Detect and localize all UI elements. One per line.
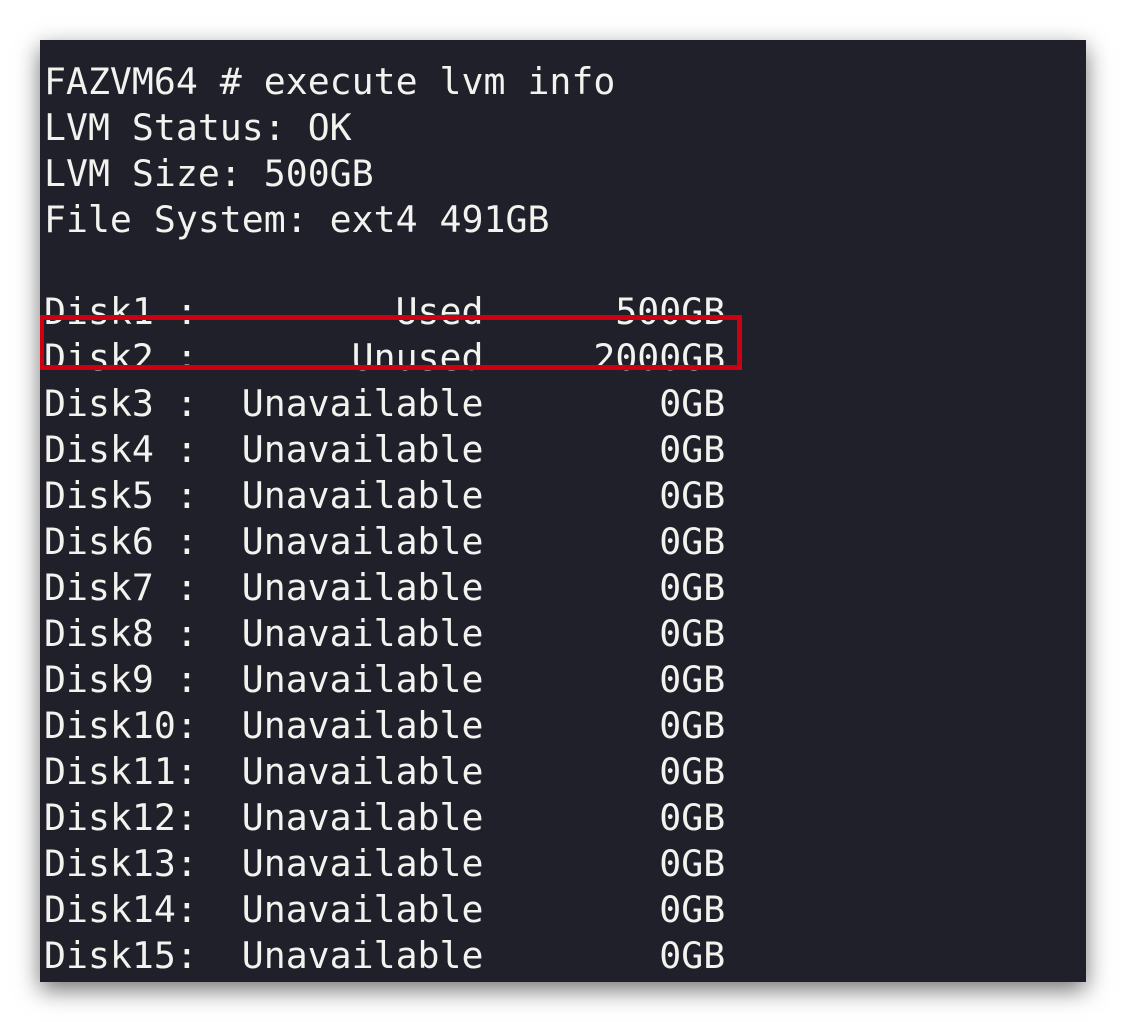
disk-row: Disk4 : Unavailable 0GB: [44, 427, 1086, 473]
disk-name: Disk10:: [44, 704, 198, 747]
output-line: LVM Status: OK: [44, 106, 352, 149]
disk-name: Disk6 :: [44, 520, 198, 563]
disk-status: Unavailable: [241, 704, 484, 747]
disk-row: Disk10: Unavailable 0GB: [44, 703, 1086, 749]
disk-status: Unavailable: [241, 566, 484, 609]
disk-row: Disk3 : Unavailable 0GB: [44, 381, 1086, 427]
disk-status: Unavailable: [241, 934, 484, 977]
disk-status: Unavailable: [241, 382, 484, 425]
disk-name: Disk12:: [44, 796, 198, 839]
disk-name: Disk14:: [44, 888, 198, 931]
disk-row: Disk12: Unavailable 0GB: [44, 795, 1086, 841]
disk-size: 0GB: [659, 842, 726, 885]
disk-status: Unavailable: [241, 750, 484, 793]
disk-size: 0GB: [659, 474, 726, 517]
disk-row: Disk13: Unavailable 0GB: [44, 841, 1086, 887]
disk-name: Disk13:: [44, 842, 198, 885]
output-line: LVM Size: 500GB: [44, 152, 374, 195]
disk-row: Disk15: Unavailable 0GB: [44, 933, 1086, 979]
disk-row: Disk14: Unavailable 0GB: [44, 887, 1086, 933]
disk-size: 0GB: [659, 888, 726, 931]
disk-size: 0GB: [659, 382, 726, 425]
disk-status: Unavailable: [241, 842, 484, 885]
disk-size: 0GB: [659, 934, 726, 977]
output-line: File System: ext4 491GB: [44, 198, 550, 241]
disk-row: Disk11: Unavailable 0GB: [44, 749, 1086, 795]
disk-status: Unavailable: [241, 658, 484, 701]
disk-size: 0GB: [659, 428, 726, 471]
disk-name: Disk9 :: [44, 658, 198, 701]
disk-name: Disk11:: [44, 750, 198, 793]
disk-row: Disk9 : Unavailable 0GB: [44, 657, 1086, 703]
disk-size: 0GB: [659, 704, 726, 747]
disk-status: Unavailable: [241, 612, 484, 655]
disk-status: Unavailable: [241, 520, 484, 563]
disk-name: Disk8 :: [44, 612, 198, 655]
disk-size: 0GB: [659, 612, 726, 655]
disk-size: 0GB: [659, 750, 726, 793]
disk-name: Disk3 :: [44, 382, 198, 425]
highlight-box-disk2: [40, 315, 742, 370]
disk-size: 0GB: [659, 566, 726, 609]
disk-name: Disk5 :: [44, 474, 198, 517]
disk-row: Disk5 : Unavailable 0GB: [44, 473, 1086, 519]
disk-size: 0GB: [659, 658, 726, 701]
disk-row: Disk8 : Unavailable 0GB: [44, 611, 1086, 657]
terminal-window[interactable]: FAZVM64 # execute lvm info LVM Status: OK…: [40, 40, 1086, 982]
disk-status: Unavailable: [241, 888, 484, 931]
disk-name: Disk15:: [44, 934, 198, 977]
command-line: FAZVM64 # execute lvm info: [44, 60, 616, 103]
disk-row: Disk6 : Unavailable 0GB: [44, 519, 1086, 565]
disk-row: Disk7 : Unavailable 0GB: [44, 565, 1086, 611]
disk-status: Unavailable: [241, 428, 484, 471]
disk-status: Unavailable: [241, 474, 484, 517]
disk-status: Unavailable: [241, 796, 484, 839]
disk-name: Disk7 :: [44, 566, 198, 609]
disk-size: 0GB: [659, 796, 726, 839]
disk-size: 0GB: [659, 520, 726, 563]
disk-name: Disk4 :: [44, 428, 198, 471]
